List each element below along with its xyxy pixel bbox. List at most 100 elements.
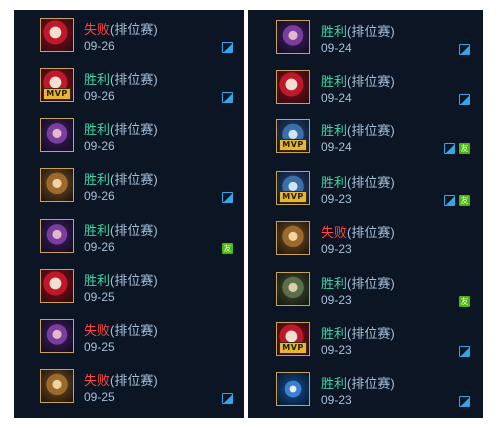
match-result: 失败(排位赛): [84, 323, 158, 338]
match-result: 胜利(排位赛): [321, 24, 395, 39]
screenshot-icon[interactable]: [459, 94, 470, 105]
match-date: 09-26: [84, 139, 115, 153]
screenshot-icon[interactable]: [222, 92, 233, 103]
match-row[interactable]: 胜利(排位赛) 09-23 友: [248, 269, 483, 319]
screenshot-icon[interactable]: [459, 396, 470, 407]
friend-icon: 友: [222, 243, 233, 254]
match-row[interactable]: 胜利(排位赛) 09-26: [14, 115, 244, 165]
champion-avatar[interactable]: [276, 70, 310, 104]
match-result: 胜利(排位赛): [321, 123, 395, 138]
result-text: 胜利: [321, 376, 348, 391]
queue-mode: (排位赛): [110, 273, 158, 288]
result-text: 胜利: [321, 123, 348, 138]
queue-mode: (排位赛): [110, 22, 158, 37]
result-text: 胜利: [321, 276, 348, 291]
match-date: 09-23: [321, 343, 352, 357]
champion-portrait: [41, 220, 73, 252]
champion-avatar[interactable]: MVP: [276, 322, 310, 356]
screenshot-icon[interactable]: [444, 195, 455, 206]
match-result: 胜利(排位赛): [84, 122, 158, 137]
match-result: 失败(排位赛): [84, 22, 158, 37]
queue-mode: (排位赛): [347, 24, 395, 39]
match-result: 胜利(排位赛): [84, 223, 158, 238]
queue-mode: (排位赛): [347, 276, 395, 291]
friend-icon: 友: [459, 143, 470, 154]
result-text: 失败: [84, 323, 111, 338]
champion-avatar[interactable]: [40, 118, 74, 152]
match-date: 09-23: [321, 293, 352, 307]
match-row[interactable]: 失败(排位赛) 09-23: [248, 218, 483, 268]
match-row[interactable]: 胜利(排位赛) 09-25: [14, 266, 244, 316]
queue-mode: (排位赛): [347, 74, 395, 89]
result-text: 胜利: [84, 122, 111, 137]
match-row[interactable]: 失败(排位赛) 09-26: [14, 15, 244, 65]
champion-avatar[interactable]: [276, 221, 310, 255]
screenshot-icon[interactable]: [459, 44, 470, 55]
champion-avatar[interactable]: [40, 369, 74, 403]
match-result: 胜利(排位赛): [321, 326, 395, 341]
champion-avatar[interactable]: [40, 18, 74, 52]
match-date: 09-26: [84, 240, 115, 254]
mvp-badge: MVP: [279, 342, 307, 354]
queue-mode: (排位赛): [347, 326, 395, 341]
champion-avatar[interactable]: MVP: [276, 171, 310, 205]
champion-avatar[interactable]: [276, 20, 310, 54]
champion-portrait: [277, 222, 309, 254]
champion-avatar[interactable]: [40, 269, 74, 303]
match-date: 09-24: [321, 91, 352, 105]
champion-avatar[interactable]: [40, 319, 74, 353]
match-history-left-column: 失败(排位赛) 09-26 MVP 胜利(排位赛) 09-26 胜利(排位赛) 09-26 胜…: [14, 10, 244, 418]
match-result: 胜利(排位赛): [321, 74, 395, 89]
champion-portrait: [277, 273, 309, 305]
screenshot-icon[interactable]: [459, 346, 470, 357]
match-row[interactable]: MVP 胜利(排位赛) 09-26: [14, 65, 244, 115]
match-date: 09-26: [84, 189, 115, 203]
friend-icon: 友: [459, 195, 470, 206]
match-result: 胜利(排位赛): [321, 175, 395, 190]
screenshot-icon[interactable]: [444, 143, 455, 154]
match-date: 09-23: [321, 393, 352, 407]
result-text: 胜利: [84, 223, 111, 238]
match-result: 胜利(排位赛): [321, 376, 395, 391]
result-text: 失败: [321, 225, 348, 240]
match-date: 09-24: [321, 140, 352, 154]
result-text: 胜利: [321, 74, 348, 89]
screenshot-icon[interactable]: [222, 192, 233, 203]
match-row[interactable]: MVP 胜利(排位赛) 09-23 友: [248, 168, 483, 218]
champion-portrait: [41, 119, 73, 151]
champion-avatar[interactable]: [276, 372, 310, 406]
champion-portrait: [277, 373, 309, 405]
mvp-badge: MVP: [279, 139, 307, 151]
match-history-right-column: 胜利(排位赛) 09-24 胜利(排位赛) 09-24 MVP 胜利(排位赛) 09-24 友…: [248, 10, 483, 418]
champion-avatar[interactable]: [276, 272, 310, 306]
screenshot-icon[interactable]: [222, 393, 233, 404]
result-text: 胜利: [84, 273, 111, 288]
champion-portrait: [41, 19, 73, 51]
champion-avatar[interactable]: [40, 168, 74, 202]
match-row[interactable]: MVP 胜利(排位赛) 09-24 友: [248, 116, 483, 166]
champion-avatar[interactable]: MVP: [276, 119, 310, 153]
match-date: 09-23: [321, 242, 352, 256]
match-date: 09-24: [321, 41, 352, 55]
queue-mode: (排位赛): [110, 373, 158, 388]
match-date: 09-23: [321, 192, 352, 206]
friend-icon: 友: [459, 296, 470, 307]
queue-mode: (排位赛): [110, 172, 158, 187]
match-row[interactable]: 失败(排位赛) 09-25: [14, 366, 244, 416]
result-text: 胜利: [321, 326, 348, 341]
match-row[interactable]: MVP 胜利(排位赛) 09-23: [248, 319, 483, 369]
match-row[interactable]: 胜利(排位赛) 09-26 友: [14, 216, 244, 266]
match-row[interactable]: 胜利(排位赛) 09-26: [14, 165, 244, 215]
champion-portrait: [41, 270, 73, 302]
match-row[interactable]: 胜利(排位赛) 09-24: [248, 67, 483, 117]
champion-avatar[interactable]: [40, 219, 74, 253]
match-date: 09-25: [84, 390, 115, 404]
match-row[interactable]: 失败(排位赛) 09-25: [14, 316, 244, 366]
match-row[interactable]: 胜利(排位赛) 09-23: [248, 369, 483, 419]
match-row[interactable]: 胜利(排位赛) 09-24: [248, 17, 483, 67]
match-result: 失败(排位赛): [84, 373, 158, 388]
result-text: 失败: [84, 373, 111, 388]
screenshot-icon[interactable]: [222, 42, 233, 53]
champion-avatar[interactable]: MVP: [40, 68, 74, 102]
champion-portrait: [277, 21, 309, 53]
